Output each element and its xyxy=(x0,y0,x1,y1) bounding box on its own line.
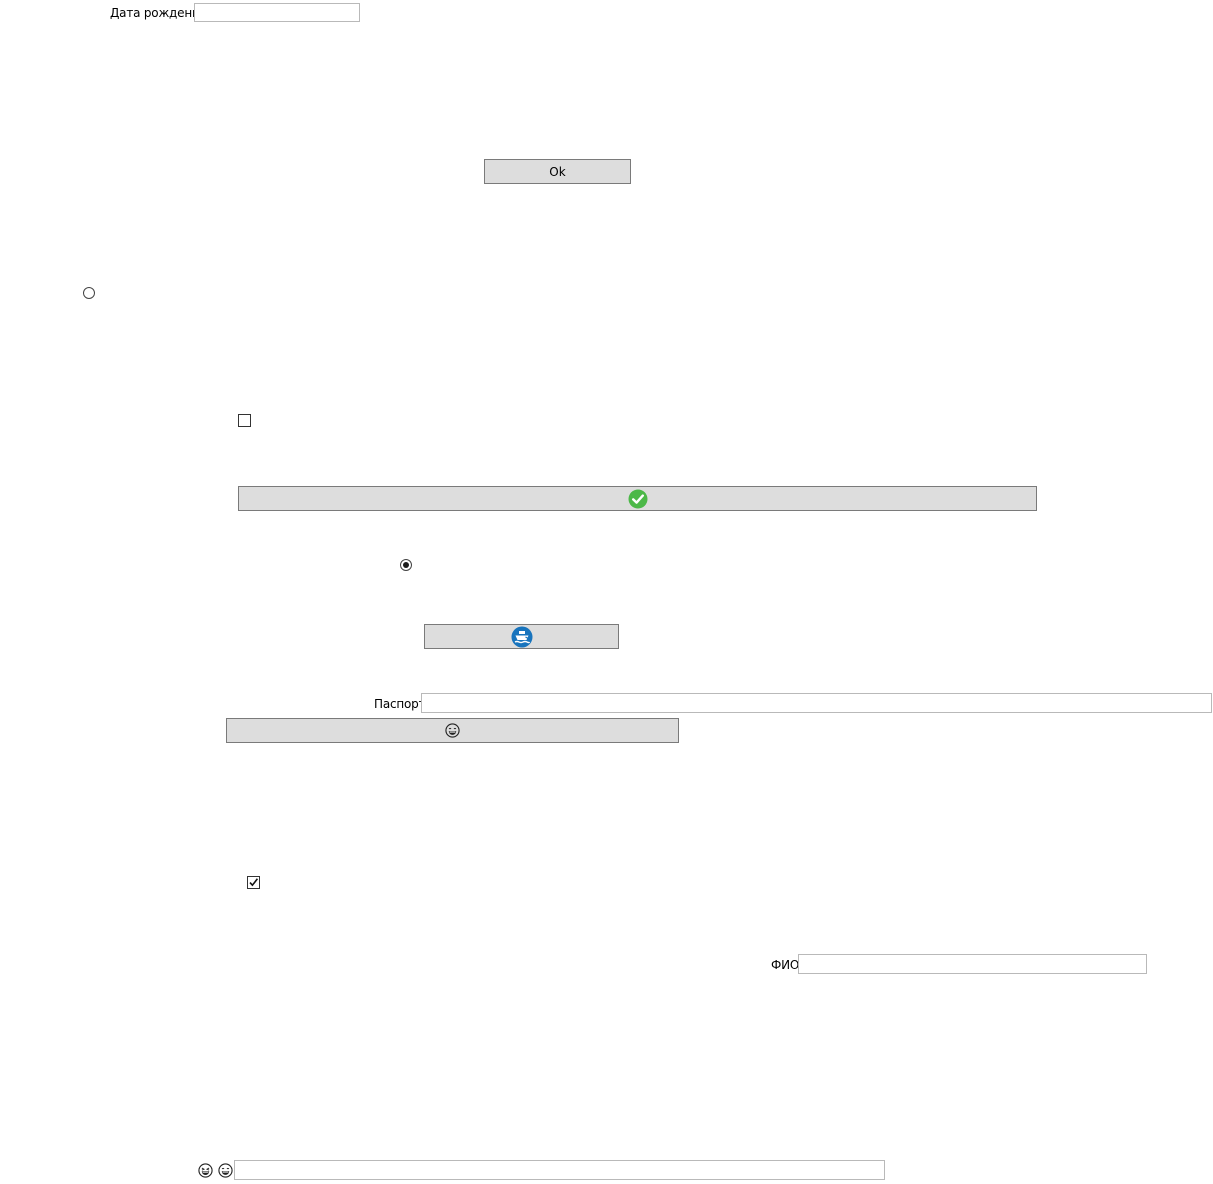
grinning-face-icon xyxy=(218,1163,233,1178)
radio-option-2[interactable] xyxy=(400,559,412,571)
blue-ship-circle-icon xyxy=(511,626,532,647)
passport-label: Паспорт xyxy=(374,697,426,711)
full-name-label: ФИО xyxy=(771,958,800,972)
grinning-face-icon xyxy=(445,723,460,738)
full-name-input[interactable] xyxy=(798,954,1147,974)
smiley-button[interactable] xyxy=(226,718,679,743)
laughing-face-icon xyxy=(198,1163,213,1178)
ok-button[interactable]: Ok xyxy=(484,159,631,184)
radio-selected-dot xyxy=(403,562,409,568)
confirm-button[interactable] xyxy=(238,486,1037,511)
radio-option-1[interactable] xyxy=(83,287,95,299)
bottom-input[interactable] xyxy=(234,1160,885,1180)
ship-button[interactable] xyxy=(424,624,619,649)
birth-date-input[interactable] xyxy=(194,3,360,22)
passport-input[interactable] xyxy=(421,693,1212,713)
checkbox-2[interactable] xyxy=(247,876,260,889)
birth-date-label: Дата рождения xyxy=(110,6,207,20)
checkmark-icon xyxy=(249,878,259,887)
checkbox-1[interactable] xyxy=(238,414,251,427)
green-check-circle-icon xyxy=(628,489,647,508)
ok-button-label: Ok xyxy=(549,164,566,179)
